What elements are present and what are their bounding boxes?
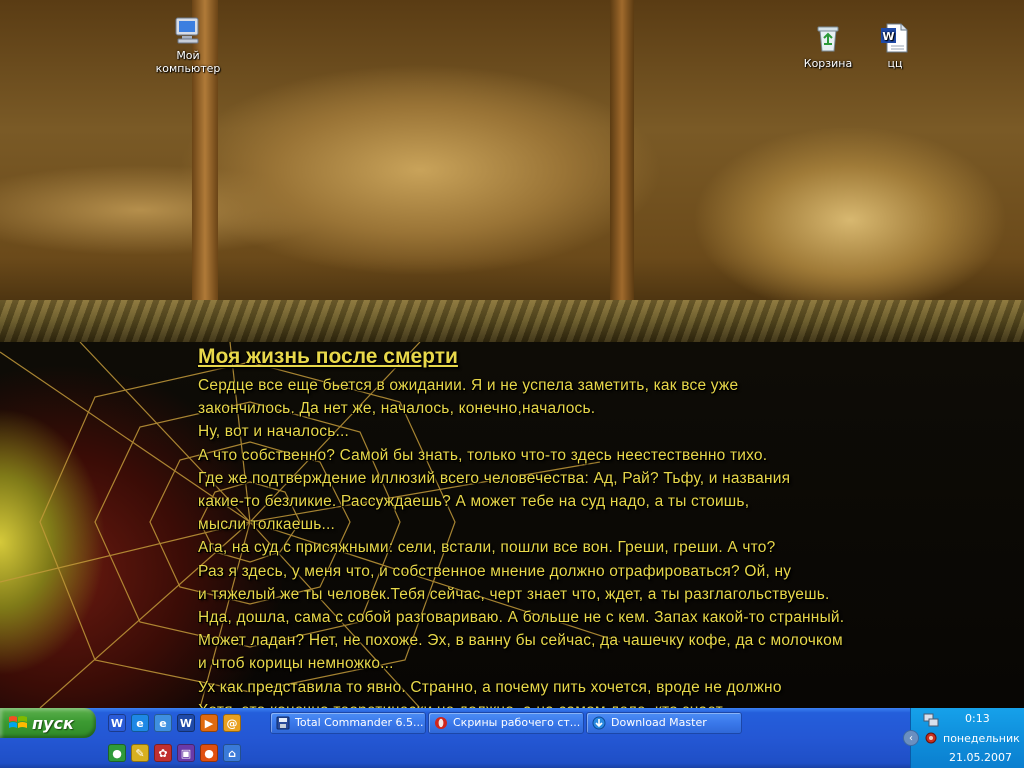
download-master-icon [592,716,606,730]
gear-icon[interactable] [923,730,939,746]
start-button[interactable]: пуск [0,708,96,738]
wallpaper-rail [0,300,1024,342]
word-icon[interactable]: W [108,714,126,732]
desktop-icon-label: Корзина [803,57,853,70]
task-button-download-master[interactable]: Download Master [586,712,742,734]
disk-icon [276,716,290,730]
orange-ball-icon[interactable]: ● [200,744,218,762]
network-connection-icon[interactable] [923,712,939,728]
task-button-label: Скрины рабочего ст... [453,716,581,729]
desktop-icon-label: Мой компьютер [155,49,221,75]
pencil-icon[interactable]: ✎ [131,744,149,762]
svg-text:W: W [882,30,894,43]
story-line: Где же подтверждение иллюзий всего челов… [198,469,791,487]
story-line: какие-то безликие. Рассуждаешь? А может … [198,493,750,511]
clock-time[interactable]: 0:13 [965,712,990,725]
clock-date: 21.05.2007 [949,751,1012,764]
story-line: Ага, на суд с присяжными: сели, встали, … [198,539,776,557]
outlook-express-icon[interactable]: e [154,714,172,732]
story-line: и чтоб корицы немножко... [198,655,394,673]
my-computer-icon [175,17,199,44]
story-title: Моя жизнь после смерти [198,345,458,368]
story-line: Раз я здесь, у меня что, и собственное м… [198,562,792,580]
network-icon[interactable]: ⌂ [223,744,241,762]
email-icon[interactable]: @ [223,714,241,732]
story-line: Сердце все еще бьется в ожидании. Я и не… [198,377,739,394]
task-button-label: Download Master [611,716,707,729]
desktop[interactable]: Мой компьютер Корзина W цц Моя жизнь пос… [0,0,1024,708]
recycle-bin-icon [817,26,839,52]
story-line: закончилось. Да нет же, началось, конечн… [198,400,596,418]
story-line: и тяжелый же ты человек.Тебя сейчас, чер… [198,585,830,603]
internet-explorer-icon[interactable]: e [131,714,149,732]
paint-icon[interactable]: ✿ [154,744,172,762]
story-text-wallpaper: Моя жизнь после смерти Сердце все еще бь… [198,344,1024,708]
desktop-icon-label: цц [887,57,903,70]
save-disk-icon[interactable]: ▣ [177,744,195,762]
desktop-icon-my-computer[interactable]: Мой компьютер [150,14,226,75]
desktop-icon-word-document[interactable]: W цц [857,22,933,70]
wallpaper-post-right [610,0,634,300]
desktop-icon-recycle-bin[interactable]: Корзина [790,22,866,70]
story-line: Хотя, это конечно теоретически не должно… [198,699,1024,708]
globe-icon[interactable]: ● [108,744,126,762]
clock-day: понедельник [943,732,1020,745]
chevron-left-icon[interactable]: ‹ [903,730,919,746]
word-doc-icon[interactable]: W [177,714,195,732]
system-tray: ‹ 0:13 понедельник 21.05.2007 [903,708,1024,768]
word-document-icon: W [881,23,908,53]
story-line: Может ладан? Нет, не похоже. Эх, в ванну… [198,632,843,650]
windows-logo-icon [9,716,27,728]
task-button-opera[interactable]: Скрины рабочего ст... [428,712,584,734]
opera-icon [435,717,447,729]
story-line: А что собственно? Самой бы знать, только… [198,446,768,464]
story-line: мысли толкаешь... [198,516,335,534]
task-button-total-commander[interactable]: Total Commander 6.5... [270,712,426,734]
media-player-icon[interactable]: ▶ [200,714,218,732]
story-line: Нда, дошла, сама с собой разговариваю. А… [198,609,845,627]
task-button-label: Total Commander 6.5... [295,716,424,729]
story-line: Ну, вот и началось... [198,423,350,441]
start-label: пуск [32,713,74,733]
story-line: Ух как представила то явно. Странно, а п… [198,678,782,696]
